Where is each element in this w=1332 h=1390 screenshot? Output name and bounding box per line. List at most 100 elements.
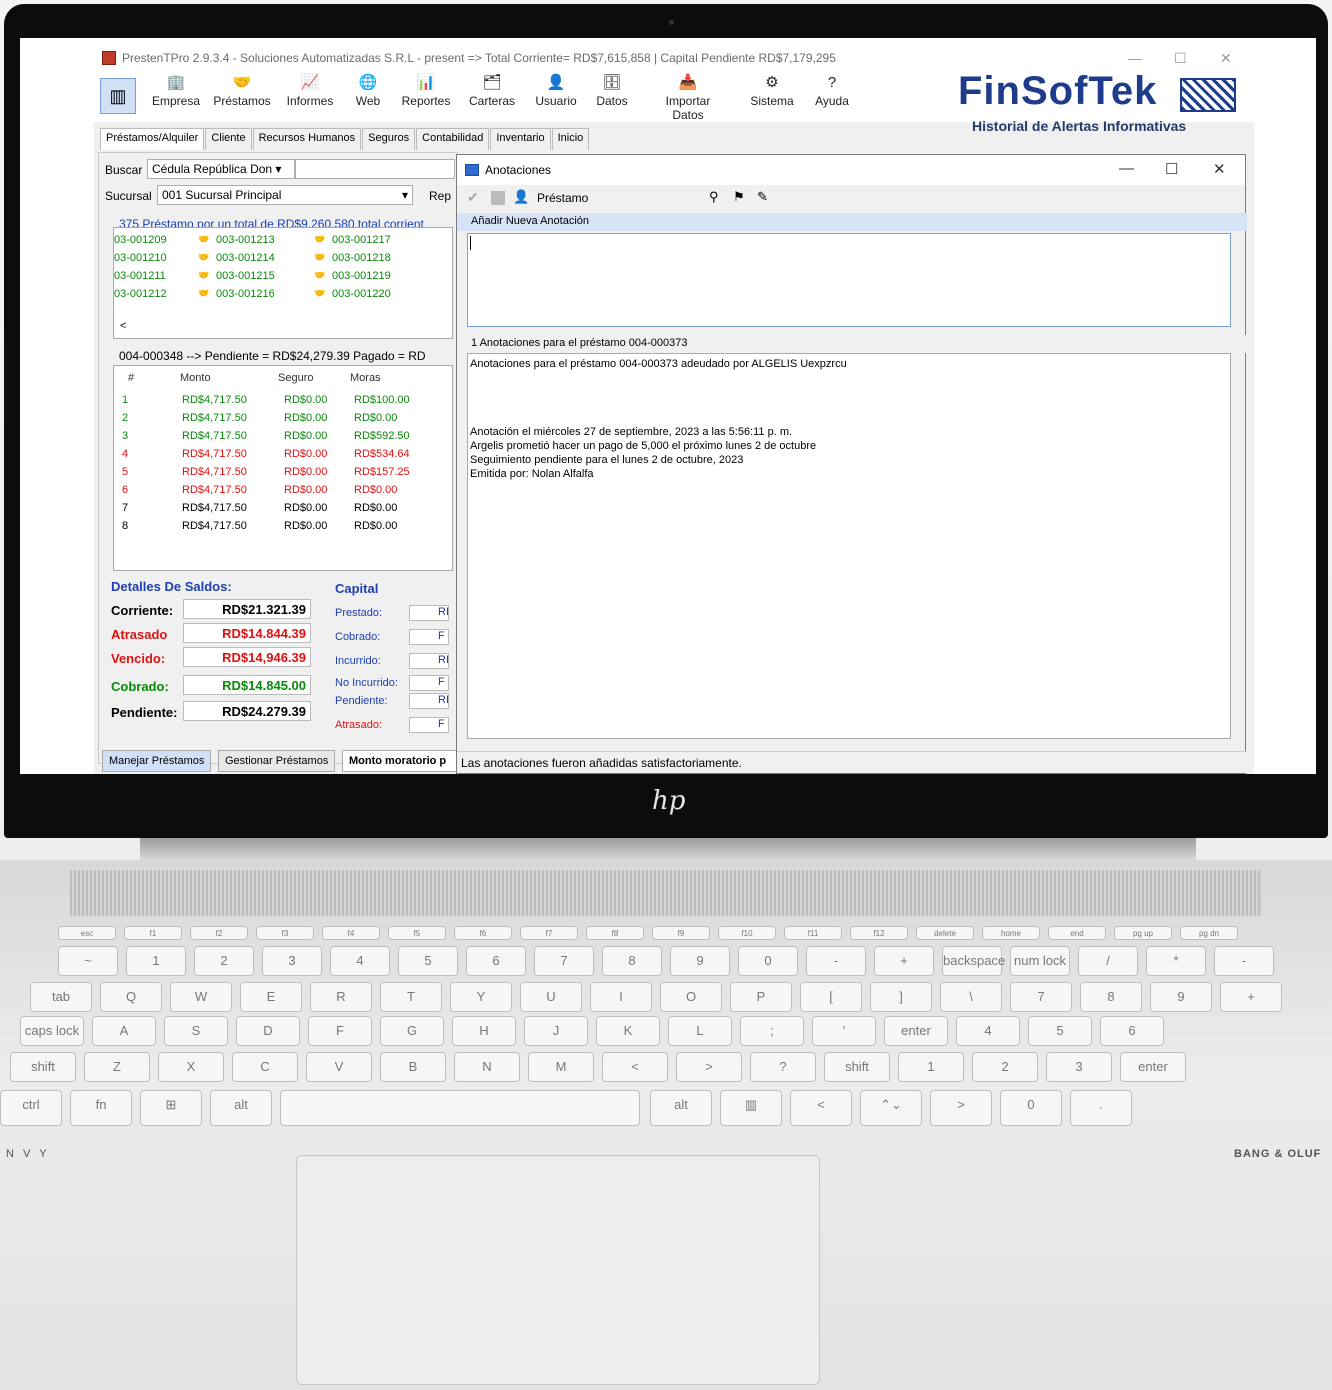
loan-id-link[interactable]: 003-001213: [216, 234, 275, 246]
key[interactable]: tab: [30, 982, 92, 1012]
close-button[interactable]: ✕: [1220, 50, 1232, 67]
minimize-button[interactable]: —: [1128, 50, 1142, 66]
key[interactable]: +: [874, 946, 934, 976]
key[interactable]: \: [940, 982, 1002, 1012]
key[interactable]: end: [1048, 926, 1106, 940]
key[interactable]: /: [1078, 946, 1138, 976]
key[interactable]: ⊞: [140, 1090, 202, 1126]
key[interactable]: [280, 1090, 640, 1126]
table-row[interactable]: 4 RD$4,717.50 RD$0.00 RD$534.64: [114, 448, 452, 466]
key[interactable]: 4: [956, 1016, 1020, 1046]
payment-schedule-table[interactable]: # Monto Seguro Moras 1 RD$4,717.50 RD$0.00 RD$1…: [113, 365, 453, 571]
loan-id-link[interactable]: 003-001216: [216, 288, 275, 300]
key[interactable]: +: [1220, 982, 1282, 1012]
key[interactable]: 9: [1150, 982, 1212, 1012]
key[interactable]: ~: [58, 946, 118, 976]
key[interactable]: 7: [534, 946, 594, 976]
key[interactable]: ': [812, 1016, 876, 1046]
tab-5[interactable]: Inventario: [490, 128, 551, 150]
toolbar-pr-stamos-button[interactable]: 🤝 Préstamos: [207, 74, 277, 108]
loan-id-list[interactable]: < 03-001209 🤝 003-001213 🤝 003-001217 03-0012…: [113, 227, 453, 339]
new-note-textarea[interactable]: [467, 233, 1231, 327]
key[interactable]: B: [380, 1052, 446, 1082]
loan-id-link[interactable]: 03-001211: [114, 270, 166, 282]
toolbar-carteras-button[interactable]: 🗂 Carteras: [457, 74, 527, 108]
key[interactable]: -: [806, 946, 866, 976]
touchpad[interactable]: [296, 1155, 820, 1385]
key[interactable]: f11: [784, 926, 842, 940]
bottom-tab-1[interactable]: Gestionar Préstamos: [218, 750, 336, 772]
key[interactable]: Y: [450, 982, 512, 1012]
key[interactable]: ctrl: [0, 1090, 62, 1126]
key[interactable]: enter: [884, 1016, 948, 1046]
table-row[interactable]: 2 RD$4,717.50 RD$0.00 RD$0.00: [114, 412, 452, 430]
key[interactable]: ⌃⌄: [860, 1090, 922, 1126]
toolbar-reportes-button[interactable]: 📊 Reportes: [391, 74, 461, 108]
key[interactable]: f9: [652, 926, 710, 940]
tab-6[interactable]: Inicio: [551, 128, 590, 150]
key[interactable]: f7: [520, 926, 578, 940]
notes-view[interactable]: Anotaciones para el préstamo 004-000373 …: [467, 353, 1231, 739]
key[interactable]: K: [596, 1016, 660, 1046]
table-row[interactable]: 7 RD$4,717.50 RD$0.00 RD$0.00: [114, 502, 452, 520]
dialog-minimize-button[interactable]: —: [1119, 160, 1134, 177]
table-row[interactable]: 3 RD$4,717.50 RD$0.00 RD$592.50: [114, 430, 452, 448]
key[interactable]: 9: [670, 946, 730, 976]
scroll-left-icon[interactable]: <: [120, 320, 126, 332]
key[interactable]: M: [528, 1052, 594, 1082]
key[interactable]: shift: [824, 1052, 890, 1082]
key[interactable]: num lock: [1010, 946, 1070, 976]
key[interactable]: f12: [850, 926, 908, 940]
key[interactable]: E: [240, 982, 302, 1012]
key[interactable]: R: [310, 982, 372, 1012]
loan-id-link[interactable]: 003-001217: [332, 234, 391, 246]
key[interactable]: 6: [1100, 1016, 1164, 1046]
tab-0[interactable]: Préstamos/Alquiler: [100, 128, 205, 150]
loan-id-link[interactable]: 03-001210: [114, 252, 167, 264]
loan-id-link[interactable]: 03-001209: [114, 234, 167, 246]
tab-4[interactable]: Contabilidad: [416, 128, 490, 150]
key[interactable]: 3: [262, 946, 322, 976]
toolbar-datos-button[interactable]: 🗄 Datos: [577, 74, 647, 108]
key[interactable]: backspace: [942, 946, 1005, 976]
loan-id-link[interactable]: 003-001218: [332, 252, 391, 264]
key[interactable]: W: [170, 982, 232, 1012]
toolbar-empresa-button[interactable]: 🏢 Empresa: [141, 74, 211, 108]
bottom-tab-0[interactable]: Manejar Préstamos: [102, 750, 212, 772]
key[interactable]: 0: [1000, 1090, 1062, 1126]
key[interactable]: alt: [650, 1090, 712, 1126]
key[interactable]: N: [454, 1052, 520, 1082]
binoculars-icon[interactable]: ⚲: [709, 189, 719, 205]
key[interactable]: *: [1146, 946, 1206, 976]
key[interactable]: pg up: [1114, 926, 1172, 940]
key[interactable]: -: [1214, 946, 1274, 976]
key[interactable]: 3: [1046, 1052, 1112, 1082]
key[interactable]: ▥: [720, 1090, 782, 1126]
key[interactable]: 8: [602, 946, 662, 976]
key[interactable]: G: [380, 1016, 444, 1046]
loan-id-link[interactable]: 003-001220: [332, 288, 391, 300]
maximize-button[interactable]: ☐: [1174, 50, 1187, 67]
key[interactable]: D: [236, 1016, 300, 1046]
key[interactable]: esc: [58, 926, 116, 940]
key[interactable]: 6: [466, 946, 526, 976]
tab-1[interactable]: Cliente: [205, 128, 252, 150]
key[interactable]: fn: [70, 1090, 132, 1126]
key[interactable]: Z: [84, 1052, 150, 1082]
key[interactable]: f5: [388, 926, 446, 940]
key[interactable]: 5: [1028, 1016, 1092, 1046]
key[interactable]: <: [602, 1052, 668, 1082]
key[interactable]: P: [730, 982, 792, 1012]
key[interactable]: pg dn: [1180, 926, 1238, 940]
key[interactable]: alt: [210, 1090, 272, 1126]
table-row[interactable]: 8 RD$4,717.50 RD$0.00 RD$0.00: [114, 520, 452, 538]
key[interactable]: 5: [398, 946, 458, 976]
key[interactable]: f8: [586, 926, 644, 940]
loan-id-link[interactable]: 003-001215: [216, 270, 275, 282]
key[interactable]: V: [306, 1052, 372, 1082]
loan-id-link[interactable]: 003-001214: [216, 252, 275, 264]
key[interactable]: A: [92, 1016, 156, 1046]
key[interactable]: J: [524, 1016, 588, 1046]
key[interactable]: 4: [330, 946, 390, 976]
toolbar-ayuda-button[interactable]: ? Ayuda: [797, 74, 867, 108]
